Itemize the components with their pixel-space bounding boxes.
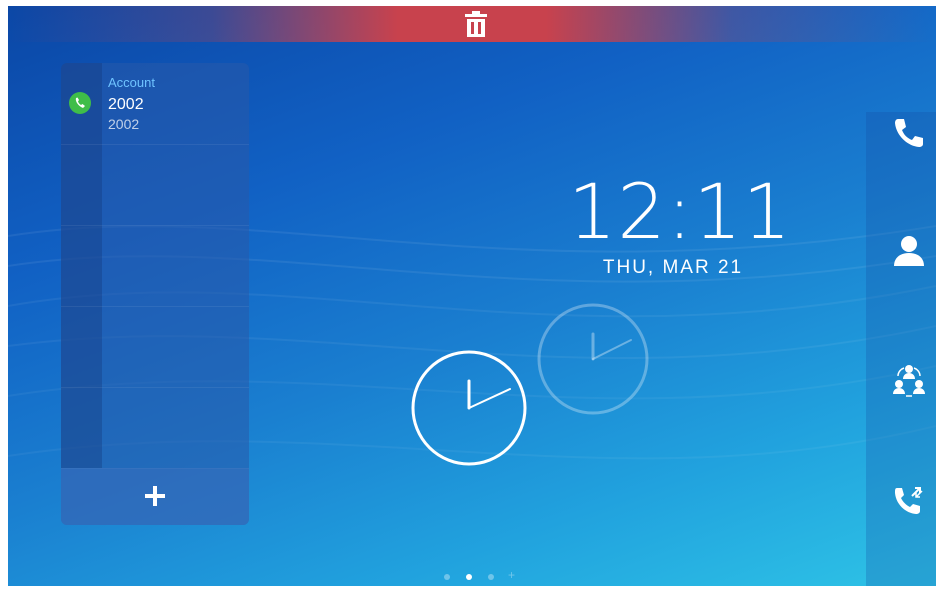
empty-slot[interactable] [61,225,249,307]
clock-time: 12:11 [568,167,793,256]
home-screen: Account 2002 2002 12:11 THU, MAR 21 + [8,6,936,586]
add-page-icon[interactable]: + [508,568,515,582]
account-widget: Account 2002 2002 [61,63,249,525]
account-label: Account [108,75,155,90]
analog-clock-faded[interactable] [536,302,650,416]
empty-slot[interactable] [61,144,249,226]
phone-icon[interactable] [892,116,926,150]
plus-icon [145,486,165,506]
page-dot[interactable] [444,574,450,580]
empty-slot[interactable] [61,306,249,388]
delete-drop-zone[interactable] [8,6,936,42]
contact-icon[interactable] [892,233,926,267]
page-dot[interactable] [488,574,494,580]
account-number: 2002 [108,96,144,113]
call-transfer-icon[interactable] [892,482,926,516]
page-indicator: + [444,568,524,582]
conference-icon[interactable] [892,363,926,397]
analog-clock[interactable] [410,349,528,467]
clock-date: THU, MAR 21 [602,257,744,278]
phone-status-icon [69,92,91,114]
add-account-button[interactable] [61,468,249,525]
account-sub-label: 2002 [108,116,140,132]
account-slot[interactable]: Account 2002 2002 [61,63,249,145]
trash-icon [465,11,487,37]
page-dot-active[interactable] [466,574,472,580]
empty-slot[interactable] [61,387,249,469]
